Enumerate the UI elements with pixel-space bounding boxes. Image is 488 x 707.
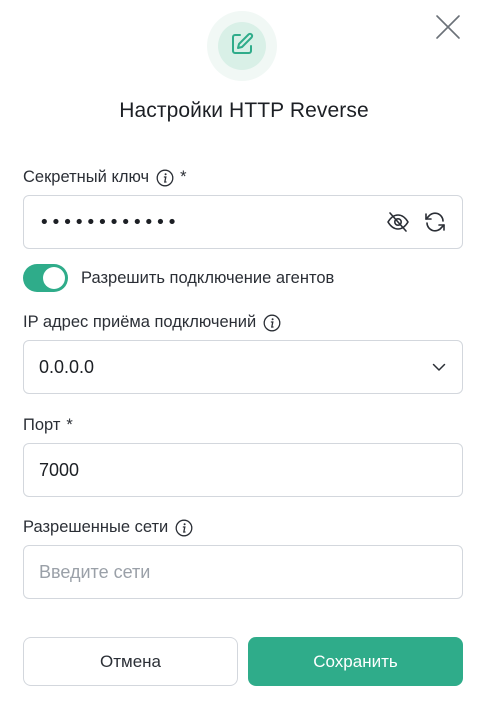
toggle-knob	[43, 267, 65, 289]
refresh-icon[interactable]	[423, 210, 447, 234]
ip-address-value: 0.0.0.0	[39, 356, 95, 377]
port-label: Порт *	[23, 416, 73, 435]
header-icon-badge	[207, 11, 277, 81]
required-mark: *	[180, 168, 187, 186]
port-field[interactable]	[23, 443, 463, 497]
info-icon[interactable]	[263, 314, 281, 332]
ip-address-label: IP адрес приёма подключений	[23, 313, 281, 332]
ip-address-select[interactable]: 0.0.0.0	[23, 340, 463, 394]
secret-key-value[interactable]: ••••••••••••	[39, 212, 386, 233]
cancel-button[interactable]: Отмена	[23, 637, 238, 686]
eye-off-icon[interactable]	[386, 210, 410, 234]
allowed-networks-label: Разрешенные сети	[23, 518, 193, 537]
info-icon[interactable]	[156, 169, 174, 187]
edit-icon	[229, 31, 255, 62]
allow-agents-toggle[interactable]	[23, 264, 68, 292]
allowed-networks-input[interactable]	[39, 561, 447, 583]
allowed-networks-label-text: Разрешенные сети	[23, 518, 169, 536]
secret-key-label-text: Секретный ключ	[23, 168, 150, 186]
close-icon[interactable]	[433, 12, 463, 42]
allow-agents-row: Разрешить подключение агентов	[23, 264, 334, 292]
required-mark: *	[66, 416, 73, 434]
allowed-networks-field[interactable]	[23, 545, 463, 599]
secret-key-field[interactable]: ••••••••••••	[23, 195, 463, 249]
chevron-down-icon[interactable]	[431, 359, 447, 375]
port-input[interactable]	[39, 459, 447, 481]
port-label-text: Порт	[23, 416, 61, 434]
dialog-title: Настройки HTTP Reverse	[119, 99, 369, 122]
allow-agents-label: Разрешить подключение агентов	[81, 268, 335, 287]
save-button[interactable]: Сохранить	[248, 637, 463, 686]
secret-key-label: Секретный ключ *	[23, 168, 187, 187]
ip-address-label-text: IP адрес приёма подключений	[23, 313, 257, 331]
info-icon[interactable]	[175, 519, 193, 537]
